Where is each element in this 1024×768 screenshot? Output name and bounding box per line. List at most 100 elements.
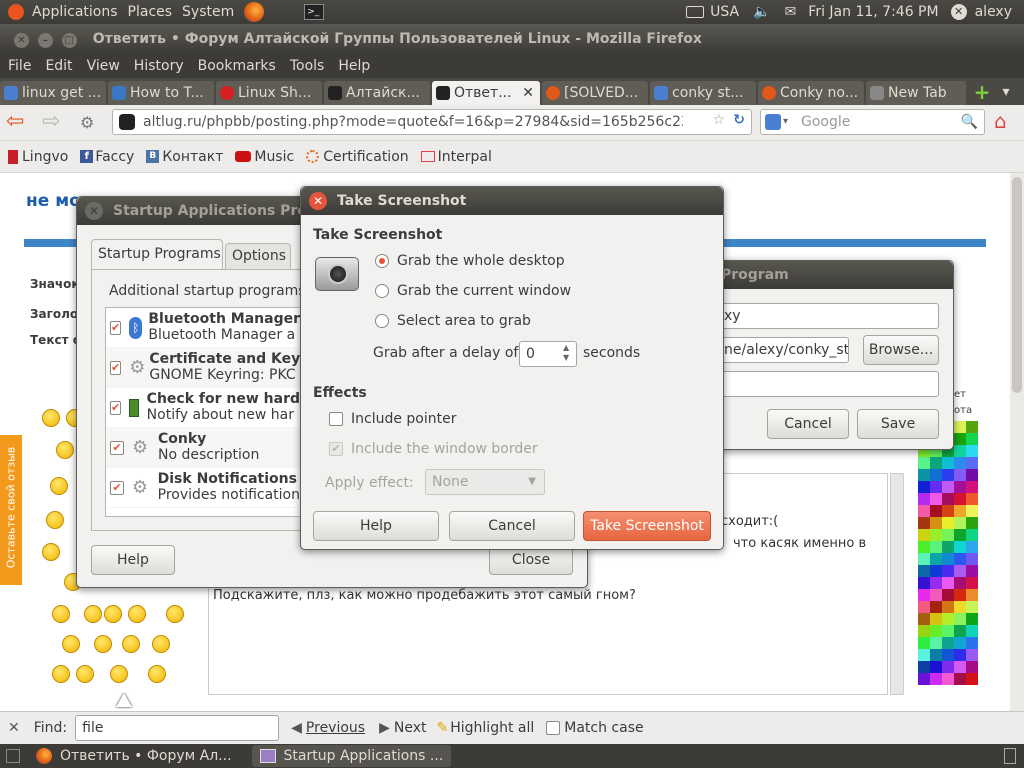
color-swatch[interactable] <box>942 529 954 541</box>
tab-linux-get[interactable]: linux get ... <box>0 81 106 105</box>
keyboard-icon[interactable] <box>686 6 705 18</box>
color-swatch[interactable] <box>954 661 966 673</box>
bookmark-lingvo[interactable]: Lingvo <box>8 149 68 165</box>
color-swatch[interactable] <box>918 673 930 685</box>
reload-icon[interactable]: ↻ <box>733 112 745 128</box>
program-command-field[interactable]: ne/alexy/conky_st <box>717 337 849 363</box>
program-checkbox[interactable]: ✔ <box>110 481 124 495</box>
taskbar-startup-apps[interactable]: Startup Applications ... <box>251 745 452 767</box>
color-swatch[interactable] <box>930 577 942 589</box>
color-swatch[interactable] <box>942 481 954 493</box>
smiley-icon[interactable] <box>122 635 140 653</box>
username[interactable]: alexy <box>975 4 1012 20</box>
screenshot-help-button[interactable]: Help <box>313 511 439 541</box>
program-checkbox[interactable]: ✔ <box>110 441 124 455</box>
smiley-icon[interactable] <box>52 665 70 683</box>
program-checkbox[interactable]: ✔ <box>110 361 122 375</box>
tab-conky-no[interactable]: Conky no... <box>758 81 864 105</box>
color-swatch[interactable] <box>954 493 966 505</box>
color-swatch[interactable] <box>918 661 930 673</box>
color-swatch[interactable] <box>942 589 954 601</box>
menu-edit[interactable]: Edit <box>45 58 72 74</box>
menu-file[interactable]: File <box>8 58 31 74</box>
color-swatch[interactable] <box>942 565 954 577</box>
smiley-icon[interactable] <box>166 605 184 623</box>
taskbar-firefox[interactable]: Ответить • Форум Ал... <box>36 748 232 764</box>
find-next-button[interactable]: Next <box>394 720 427 736</box>
color-swatch[interactable] <box>954 565 966 577</box>
feedback-tab[interactable]: Оставьте свой отзыв <box>0 435 22 585</box>
color-swatch[interactable] <box>918 505 930 517</box>
maximize-icon[interactable]: □ <box>61 32 77 48</box>
color-swatch[interactable] <box>918 553 930 565</box>
tab-altai[interactable]: Алтайск... <box>324 81 430 105</box>
program-row-certificate[interactable]: ✔ ⚙ Certificate and Key GNOME Keyring: PK… <box>106 348 304 388</box>
program-row-hardware[interactable]: ✔ Check for new hard Notify about new har <box>106 388 304 428</box>
spin-up-down-icon[interactable]: ▲ ▼ <box>563 343 569 363</box>
smiley-icon[interactable] <box>84 605 102 623</box>
tab-linux-sh[interactable]: Linux Sh... <box>216 81 322 105</box>
menu-help[interactable]: Help <box>338 58 370 74</box>
color-swatch[interactable] <box>966 661 978 673</box>
smiley-icon[interactable] <box>62 635 80 653</box>
find-previous-button[interactable]: Previous <box>306 720 365 736</box>
menu-bookmarks[interactable]: Bookmarks <box>198 58 276 74</box>
close-icon[interactable]: ✕ <box>85 202 103 220</box>
color-swatch[interactable] <box>918 457 930 469</box>
radio-current-window[interactable]: Grab the current window <box>375 283 571 299</box>
color-swatch[interactable] <box>930 481 942 493</box>
color-swatch[interactable] <box>918 529 930 541</box>
program-row-disk[interactable]: ✔ ⚙ Disk Notifications Provides notificat… <box>106 468 304 508</box>
take-screenshot-button[interactable]: Take Screenshot <box>583 511 711 541</box>
color-swatch[interactable] <box>930 613 942 625</box>
back-icon[interactable]: ⇦ <box>6 111 24 133</box>
color-swatch[interactable] <box>930 553 942 565</box>
tab-list-icon[interactable]: ▾ <box>996 81 1016 105</box>
color-swatch[interactable] <box>918 577 930 589</box>
color-swatch[interactable] <box>918 637 930 649</box>
color-swatch[interactable] <box>942 505 954 517</box>
program-name-field[interactable]: xy <box>717 303 939 329</box>
smiley-icon[interactable] <box>94 635 112 653</box>
tab-options[interactable]: Options <box>225 243 291 269</box>
color-swatch[interactable] <box>942 649 954 661</box>
color-swatch[interactable] <box>930 673 942 685</box>
color-swatch[interactable] <box>954 577 966 589</box>
color-swatch[interactable] <box>954 517 966 529</box>
color-swatch[interactable] <box>942 661 954 673</box>
screenshot-cancel-button[interactable]: Cancel <box>449 511 575 541</box>
color-swatch[interactable] <box>954 673 966 685</box>
color-swatch[interactable] <box>930 493 942 505</box>
system-menu[interactable]: System <box>182 4 234 20</box>
color-swatch[interactable] <box>966 433 978 445</box>
radio-select-area[interactable]: Select area to grab <box>375 313 531 329</box>
smiley-icon[interactable] <box>76 665 94 683</box>
color-swatch[interactable] <box>966 541 978 553</box>
bookmark-kontakt[interactable]: B Контакт <box>146 149 223 165</box>
color-swatch[interactable] <box>930 589 942 601</box>
radio-whole-desktop[interactable]: Grab the whole desktop <box>375 253 565 269</box>
program-row-bluetooth[interactable]: ✔ ᛒ Bluetooth Manager Bluetooth Manager a <box>106 308 304 348</box>
color-swatch[interactable] <box>966 421 978 433</box>
highlighter-icon[interactable]: ✎ <box>437 720 449 736</box>
color-swatch[interactable] <box>954 649 966 661</box>
color-swatch[interactable] <box>930 469 942 481</box>
color-swatch[interactable] <box>942 613 954 625</box>
match-case-checkbox[interactable] <box>546 721 561 735</box>
textarea-scrollbar[interactable] <box>890 473 904 695</box>
color-swatch[interactable] <box>918 481 930 493</box>
page-scrollbar-thumb-right[interactable] <box>1012 177 1022 393</box>
program-comment-field[interactable] <box>717 371 939 397</box>
color-palette[interactable] <box>918 421 978 697</box>
smiley-icon[interactable] <box>110 665 128 683</box>
firefox-launcher-icon[interactable] <box>244 2 265 22</box>
color-swatch[interactable] <box>930 517 942 529</box>
color-swatch[interactable] <box>942 637 954 649</box>
color-swatch[interactable] <box>966 445 978 457</box>
color-swatch[interactable] <box>942 469 954 481</box>
smiley-icon[interactable] <box>52 605 70 623</box>
color-swatch[interactable] <box>918 601 930 613</box>
highlight-all-button[interactable]: Highlight all <box>450 720 534 736</box>
color-swatch[interactable] <box>954 481 966 493</box>
color-swatch[interactable] <box>918 625 930 637</box>
